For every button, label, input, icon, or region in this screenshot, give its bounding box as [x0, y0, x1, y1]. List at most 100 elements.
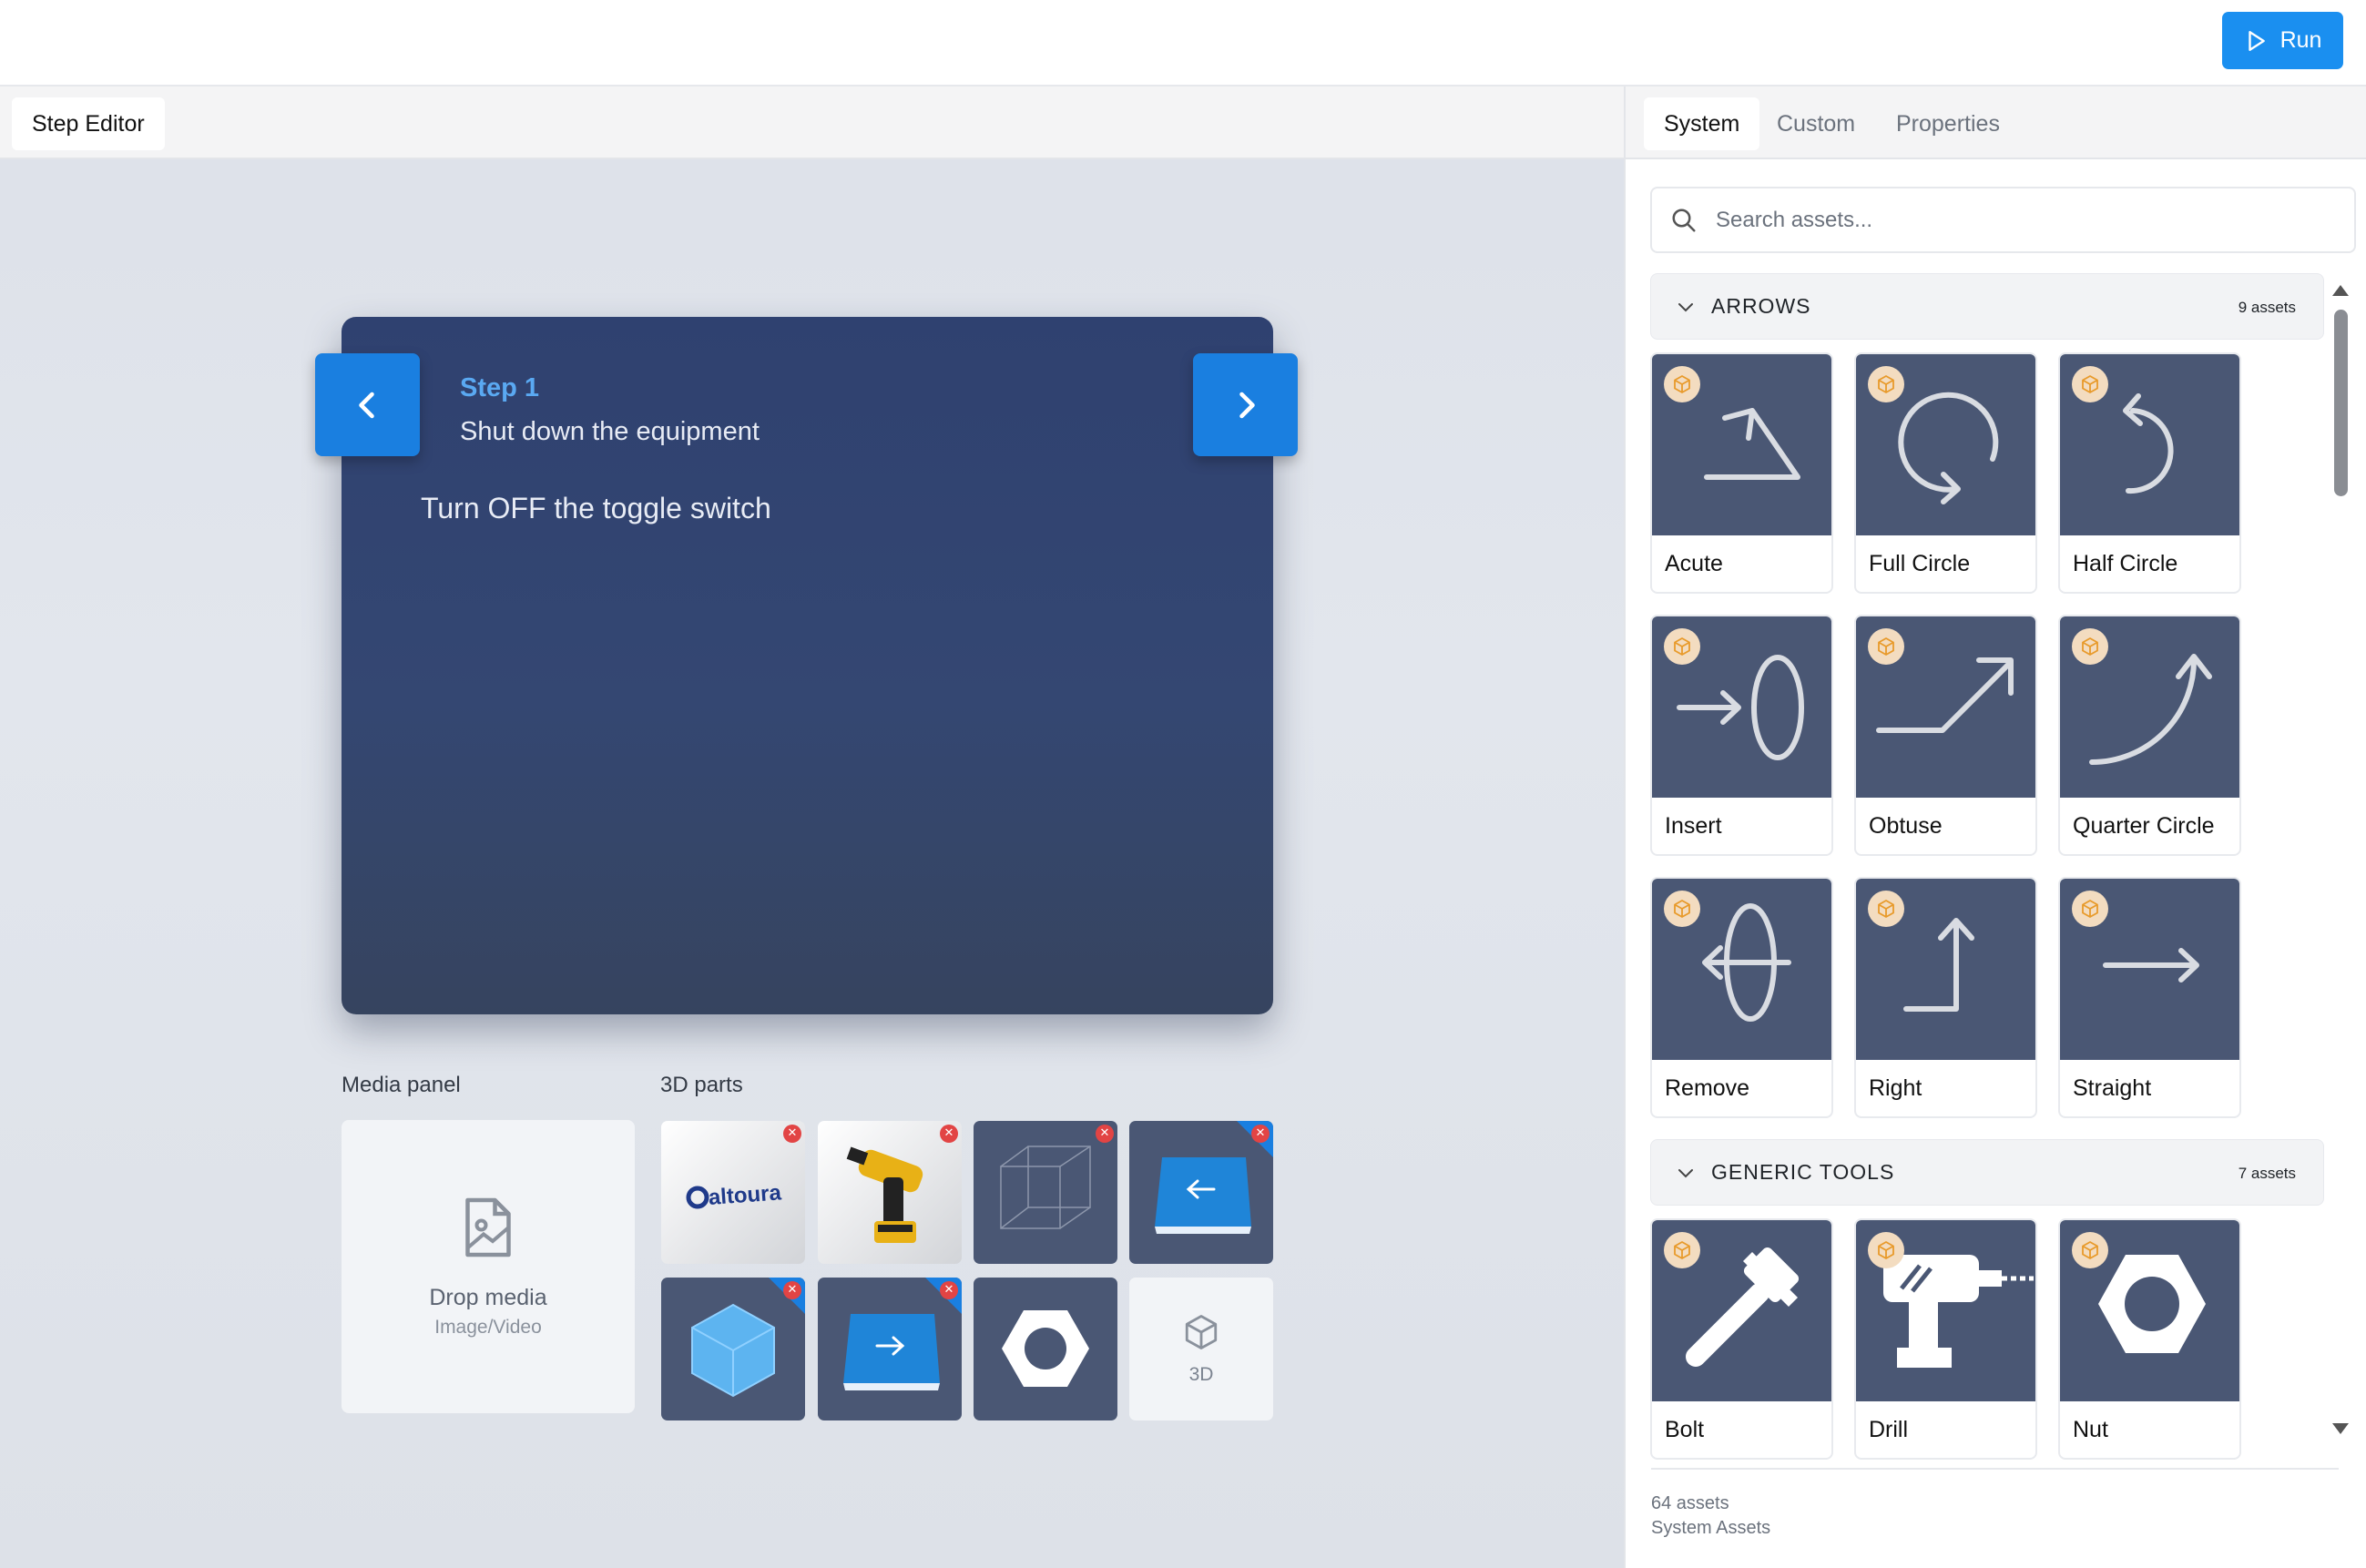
chevron-right-icon [1239, 392, 1255, 418]
impact-driver-icon [846, 1146, 923, 1243]
section-title: ARROWS [1711, 294, 1811, 318]
assets-footer: 64 assets System Assets [1651, 1468, 2339, 1538]
part-right-arrow-tile[interactable]: ✕ [818, 1278, 962, 1420]
asset-thumbnail [1652, 879, 1831, 1060]
assets-panel: System Custom Properties ARROWS 9 assets… [1626, 87, 2366, 1568]
cube-icon [1185, 1314, 1218, 1349]
media-drop-zone[interactable]: Drop media Image/Video [342, 1120, 635, 1413]
asset-name: Half Circle [2073, 551, 2178, 576]
3d-model-badge-icon [2072, 891, 2108, 927]
asset-card-insert[interactable]: Insert [1650, 615, 1833, 856]
asset-thumbnail [1856, 616, 2035, 798]
3d-model-badge-icon [2072, 366, 2108, 402]
svg-text:altoura: altoura [708, 1180, 782, 1210]
asset-name: Obtuse [1869, 813, 1943, 839]
remove-part-icon[interactable]: ✕ [940, 1281, 958, 1299]
drop-media-text: Drop media [429, 1284, 547, 1310]
remove-part-icon[interactable]: ✕ [783, 1125, 801, 1143]
asset-card-half-circle[interactable]: Half Circle [2058, 352, 2241, 594]
run-button[interactable]: Run [2222, 12, 2343, 69]
remove-part-icon[interactable]: ✕ [940, 1125, 958, 1143]
asset-name: Bolt [1665, 1417, 1705, 1442]
part-hex-nut[interactable] [974, 1278, 1117, 1420]
asset-thumbnail [1856, 1220, 2035, 1401]
asset-thumbnail [2060, 354, 2239, 535]
3d-model-badge-icon [1868, 366, 1904, 402]
part-altoura-logo[interactable]: altoura ✕ [661, 1121, 805, 1264]
section-count: 7 assets [2238, 1165, 2296, 1182]
step-number: Step 1 [460, 373, 540, 402]
asset-card-nut[interactable]: Nut [2058, 1218, 2241, 1460]
asset-thumbnail [1856, 879, 2035, 1060]
editor-tab-bar: Step Editor [0, 87, 1624, 159]
add-3d-part-button[interactable]: 3D [1129, 1278, 1273, 1420]
asset-name: Remove [1665, 1075, 1750, 1101]
3d-parts-label: 3D parts [660, 1073, 743, 1097]
total-assets-count: 64 assets [1651, 1493, 1729, 1513]
part-impact-driver[interactable]: ✕ [818, 1121, 962, 1264]
part-wireframe-cube[interactable]: ✕ [974, 1121, 1117, 1264]
3d-model-badge-icon [1868, 628, 1904, 665]
previous-step-button[interactable] [315, 353, 420, 456]
run-label: Run [2279, 27, 2322, 53]
asset-name: Right [1869, 1075, 1922, 1101]
tab-step-editor[interactable]: Step Editor [12, 97, 165, 150]
section-header-generic-tools[interactable]: GENERIC TOOLS 7 assets [1650, 1139, 2324, 1206]
asset-name: Straight [2073, 1075, 2152, 1101]
remove-part-icon[interactable]: ✕ [1251, 1125, 1270, 1143]
asset-card-drill[interactable]: Drill [1854, 1218, 2037, 1460]
chevron-left-icon [358, 392, 374, 418]
scroll-up-arrow-icon[interactable] [2332, 285, 2349, 296]
asset-thumbnail [2060, 879, 2239, 1060]
chevron-down-icon [1678, 303, 1693, 312]
part-blue-cube[interactable]: ✕ [661, 1278, 805, 1420]
asset-list[interactable]: ARROWS 9 assets Acute Full Circle Half C… [1650, 273, 2324, 1530]
asset-thumbnail [1652, 1220, 1831, 1401]
top-toolbar: Run [0, 0, 2366, 87]
search-icon [1672, 209, 1696, 231]
part-left-arrow-tile[interactable]: ✕ [1129, 1121, 1273, 1264]
hex-nut-icon [1002, 1310, 1089, 1387]
assets-source-label: System Assets [1651, 1518, 1771, 1538]
search-input[interactable] [1716, 207, 2262, 233]
asset-card-full-circle[interactable]: Full Circle [1854, 352, 2037, 594]
3d-model-badge-icon [1868, 891, 1904, 927]
asset-card-quarter-circle[interactable]: Quarter Circle [2058, 615, 2241, 856]
asset-card-right[interactable]: Right [1854, 877, 2037, 1118]
section-header-arrows[interactable]: ARROWS 9 assets [1650, 273, 2324, 340]
3d-model-badge-icon [1664, 891, 1700, 927]
section-count: 9 assets [2238, 299, 2296, 316]
asset-card-remove[interactable]: Remove [1650, 877, 1833, 1118]
add-3d-label: 3D [1188, 1363, 1214, 1385]
3d-model-badge-icon [2072, 1232, 2108, 1268]
3d-model-badge-icon [1664, 1232, 1700, 1268]
image-file-icon [465, 1197, 511, 1257]
section-title: GENERIC TOOLS [1711, 1160, 1895, 1184]
asset-thumbnail [1652, 616, 1831, 798]
drop-media-hint: Image/Video [434, 1316, 542, 1338]
assets-tab-bar: System Custom Properties [1626, 87, 2366, 159]
asset-card-bolt[interactable]: Bolt [1650, 1218, 1833, 1460]
step-instruction[interactable]: Turn OFF the toggle switch [421, 492, 771, 525]
media-panel-label: Media panel [342, 1073, 461, 1097]
chevron-down-icon [1678, 1169, 1693, 1178]
step-title[interactable]: Shut down the equipment [460, 417, 760, 447]
tab-custom[interactable]: Custom [1757, 97, 1875, 150]
asset-thumbnail [1652, 354, 1831, 535]
asset-name: Acute [1665, 551, 1723, 576]
remove-part-icon[interactable]: ✕ [783, 1281, 801, 1299]
3d-model-badge-icon [1868, 1232, 1904, 1268]
tab-properties[interactable]: Properties [1876, 97, 2020, 150]
asset-name: Nut [2073, 1417, 2108, 1442]
search-box[interactable] [1650, 187, 2356, 253]
tab-system[interactable]: System [1644, 97, 1760, 150]
asset-card-acute[interactable]: Acute [1650, 352, 1833, 594]
3d-model-badge-icon [1664, 366, 1700, 402]
scroll-down-arrow-icon[interactable] [2332, 1423, 2349, 1434]
asset-card-obtuse[interactable]: Obtuse [1854, 615, 2037, 856]
next-step-button[interactable] [1193, 353, 1298, 456]
asset-card-straight[interactable]: Straight [2058, 877, 2241, 1118]
scrollbar-thumb[interactable] [2334, 310, 2348, 496]
asset-thumbnail [2060, 616, 2239, 798]
remove-part-icon[interactable]: ✕ [1096, 1125, 1114, 1143]
